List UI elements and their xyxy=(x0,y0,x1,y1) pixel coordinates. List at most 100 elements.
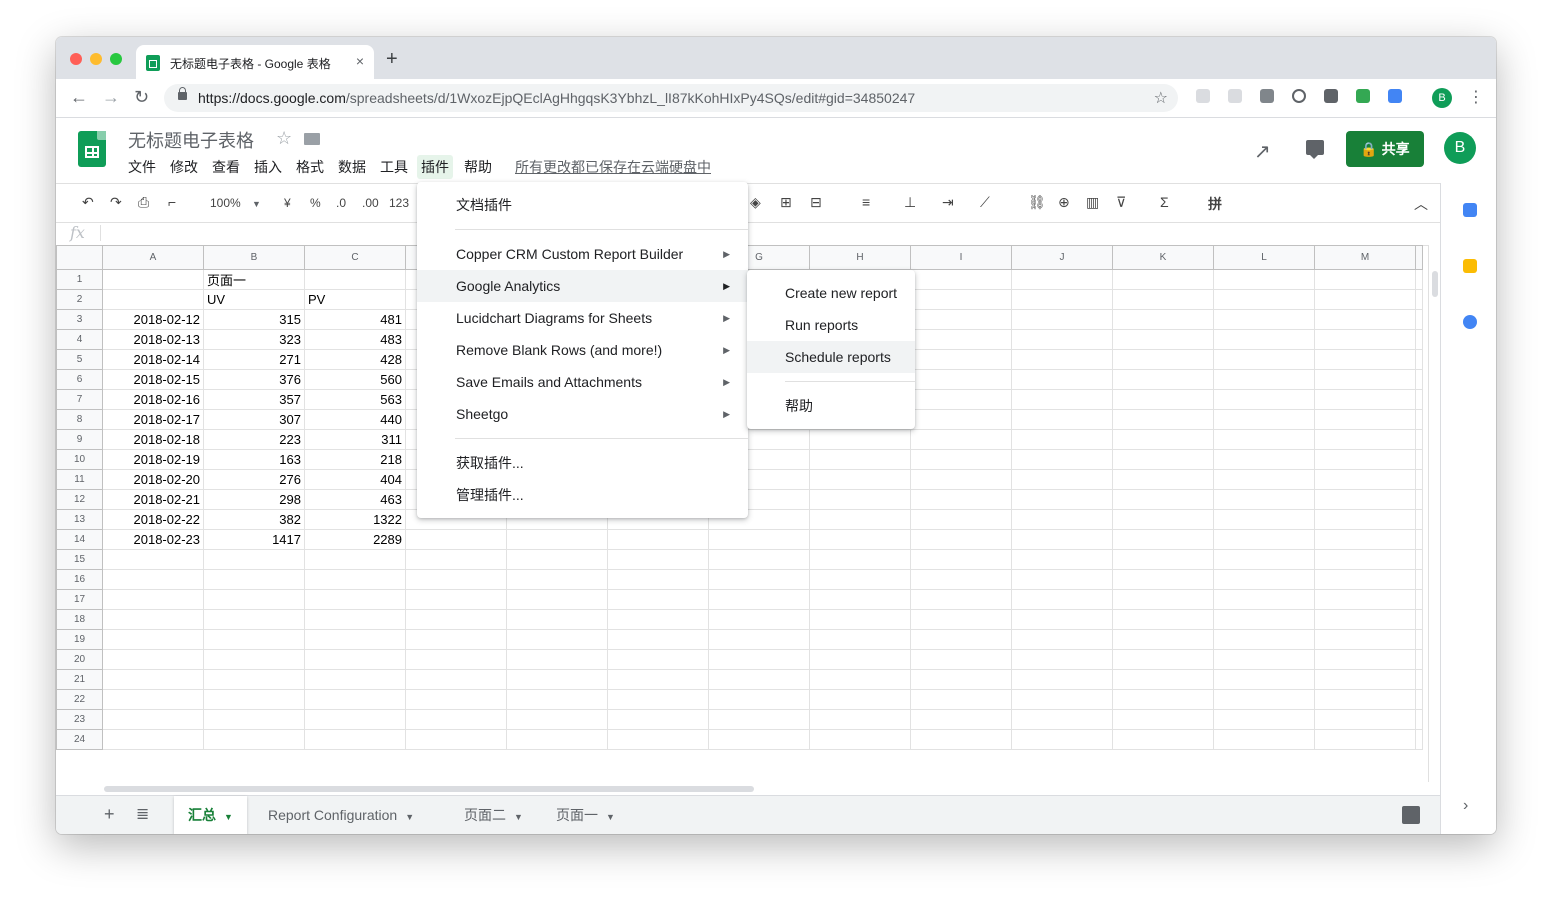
cell[interactable] xyxy=(203,709,305,730)
menu-item-create-new-report[interactable]: Create new report xyxy=(747,277,915,309)
bookmark-star-icon[interactable]: ☆ xyxy=(1154,88,1168,108)
cell[interactable] xyxy=(304,729,406,750)
cell[interactable] xyxy=(910,469,1012,490)
browser-tab[interactable]: 无标题电子表格 - Google 表格 × xyxy=(136,45,374,79)
cell[interactable] xyxy=(1314,629,1416,650)
cell[interactable] xyxy=(1112,569,1214,590)
cell[interactable]: 560 xyxy=(304,369,406,390)
cell[interactable]: 440 xyxy=(304,409,406,430)
cell[interactable] xyxy=(1415,669,1423,690)
cell[interactable] xyxy=(1415,449,1423,470)
cell[interactable] xyxy=(506,689,608,710)
cell[interactable]: 481 xyxy=(304,309,406,330)
cell[interactable] xyxy=(1213,509,1315,530)
column-header[interactable]: B xyxy=(203,245,305,270)
cell[interactable] xyxy=(1415,709,1423,730)
row-header[interactable]: 9 xyxy=(56,429,103,450)
sheet-tab-page-one[interactable]: 页面一 ▼ xyxy=(542,796,629,834)
cell[interactable] xyxy=(809,609,911,630)
cell[interactable] xyxy=(1415,289,1423,310)
row-header[interactable]: 13 xyxy=(56,509,103,530)
cell[interactable] xyxy=(506,529,608,550)
vertical-align-icon[interactable]: ⊥ xyxy=(904,194,916,211)
cell[interactable] xyxy=(910,429,1012,450)
tasks-icon[interactable] xyxy=(1463,315,1477,329)
menu-item-sheetgo[interactable]: Sheetgo ▶ xyxy=(417,398,748,430)
cell[interactable]: 2018-02-22 xyxy=(102,509,204,530)
cell[interactable]: 1322 xyxy=(304,509,406,530)
menu-item-remove-blank-rows[interactable]: Remove Blank Rows (and more!) ▶ xyxy=(417,334,748,366)
cell[interactable] xyxy=(910,269,1012,290)
cell[interactable] xyxy=(506,629,608,650)
cell[interactable]: 1417 xyxy=(203,529,305,550)
cell[interactable] xyxy=(1213,289,1315,310)
cell[interactable] xyxy=(708,709,810,730)
chevron-right-icon[interactable]: › xyxy=(1463,797,1468,815)
cell[interactable] xyxy=(910,389,1012,410)
cell[interactable] xyxy=(203,649,305,670)
filter-icon[interactable]: ⊽ xyxy=(1116,194,1126,211)
cell[interactable] xyxy=(1213,369,1315,390)
formula-bar[interactable]: fx xyxy=(56,221,1440,246)
cell[interactable] xyxy=(708,729,810,750)
reload-icon[interactable]: ↻ xyxy=(134,87,149,108)
cell[interactable]: 2018-02-17 xyxy=(102,409,204,430)
cell[interactable]: 2018-02-21 xyxy=(102,489,204,510)
cell[interactable] xyxy=(809,689,911,710)
row-header[interactable]: 12 xyxy=(56,489,103,510)
cell[interactable] xyxy=(1112,269,1214,290)
cell[interactable] xyxy=(1011,729,1113,750)
cell[interactable] xyxy=(1011,609,1113,630)
cell[interactable] xyxy=(1112,609,1214,630)
sheet-tab-report-configuration[interactable]: Report Configuration ▼ xyxy=(254,796,428,834)
cell[interactable] xyxy=(607,529,709,550)
cell[interactable] xyxy=(405,529,507,550)
cell[interactable] xyxy=(809,549,911,570)
menu-data[interactable]: 数据 xyxy=(334,155,370,179)
cell[interactable] xyxy=(1213,609,1315,630)
cell[interactable] xyxy=(1314,669,1416,690)
cell[interactable] xyxy=(1112,649,1214,670)
row-header[interactable]: 10 xyxy=(56,449,103,470)
cell[interactable]: 163 xyxy=(203,449,305,470)
cell[interactable] xyxy=(910,729,1012,750)
decrease-decimal-button[interactable]: .0 xyxy=(336,196,346,210)
row-header[interactable]: 21 xyxy=(56,669,103,690)
cell[interactable] xyxy=(1112,489,1214,510)
cell[interactable] xyxy=(1415,609,1423,630)
cell[interactable] xyxy=(1415,389,1423,410)
cell[interactable] xyxy=(910,629,1012,650)
cell[interactable] xyxy=(809,429,911,450)
cell[interactable]: 357 xyxy=(203,389,305,410)
menu-view[interactable]: 查看 xyxy=(208,155,244,179)
cell[interactable] xyxy=(1213,549,1315,570)
cell[interactable]: UV xyxy=(203,289,305,310)
borders-icon[interactable]: ⊞ xyxy=(780,194,792,211)
cell[interactable]: 428 xyxy=(304,349,406,370)
cell[interactable] xyxy=(708,529,810,550)
menu-item-copper-crm[interactable]: Copper CRM Custom Report Builder ▶ xyxy=(417,238,748,270)
row-header[interactable]: 15 xyxy=(56,549,103,570)
cell[interactable] xyxy=(1314,289,1416,310)
cell[interactable] xyxy=(1112,329,1214,350)
cell[interactable] xyxy=(1314,729,1416,750)
cell[interactable] xyxy=(1213,589,1315,610)
cell[interactable] xyxy=(910,609,1012,630)
cell[interactable] xyxy=(1213,569,1315,590)
cell[interactable] xyxy=(1314,409,1416,430)
cell[interactable] xyxy=(910,589,1012,610)
close-window-button[interactable] xyxy=(70,53,82,65)
cell[interactable]: 307 xyxy=(203,409,305,430)
cell[interactable] xyxy=(203,729,305,750)
cell[interactable] xyxy=(607,729,709,750)
star-icon[interactable]: ☆ xyxy=(276,128,292,149)
merge-cells-icon[interactable]: ⊟ xyxy=(810,194,822,211)
cell[interactable]: 223 xyxy=(203,429,305,450)
cell[interactable] xyxy=(1011,569,1113,590)
text-wrap-icon[interactable]: ⇥ xyxy=(942,194,954,211)
cell[interactable] xyxy=(1415,629,1423,650)
cell[interactable] xyxy=(1213,409,1315,430)
cell[interactable] xyxy=(1415,689,1423,710)
cell[interactable] xyxy=(1415,469,1423,490)
cell[interactable] xyxy=(809,469,911,490)
